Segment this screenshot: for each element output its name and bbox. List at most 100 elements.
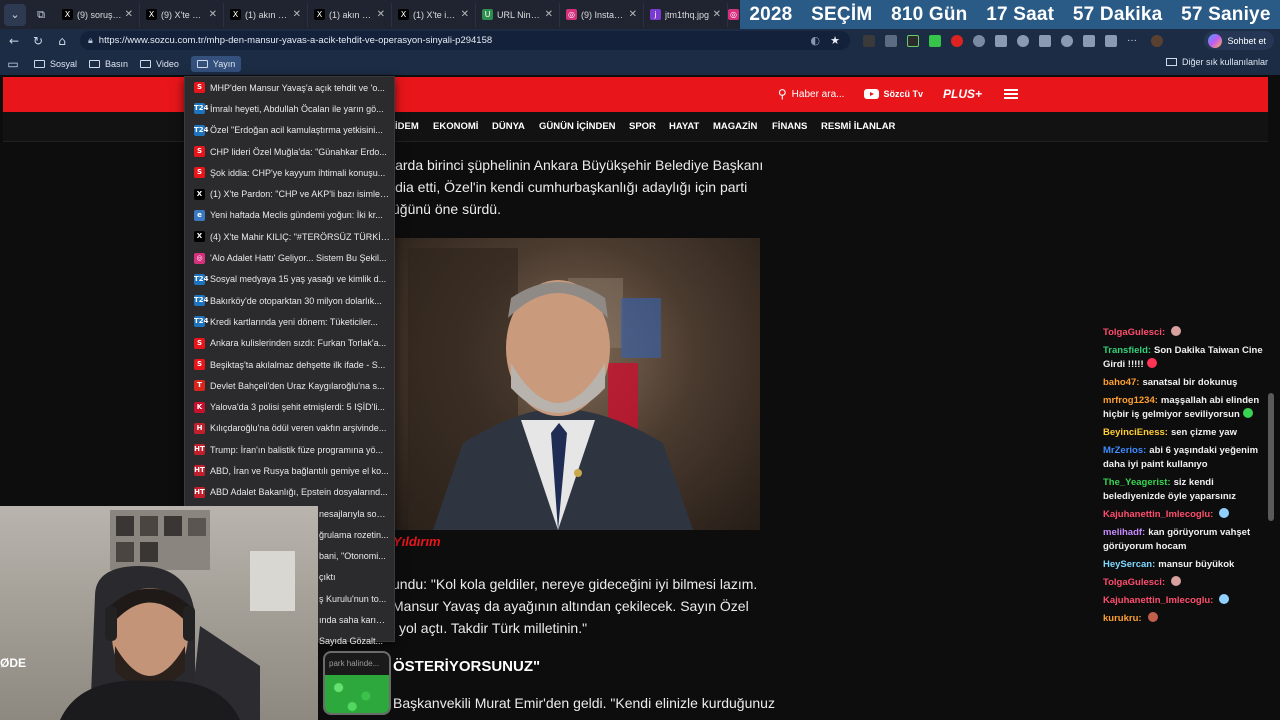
browser-tab[interactable]: ◎ (9) Instagram✕ bbox=[560, 2, 644, 27]
bookmark-menu-item[interactable]: K Yalova'da 3 polisi şehit etmişlerdi: 5 … bbox=[185, 396, 394, 417]
favorites-icon[interactable] bbox=[1039, 34, 1051, 47]
plus-link[interactable]: PLUS+ bbox=[943, 87, 982, 101]
tab-close-icon[interactable]: ✕ bbox=[629, 9, 637, 20]
extensions-puzzle-icon[interactable] bbox=[973, 34, 985, 47]
bookmark-menu-item[interactable]: T24 Sosyal medyaya 15 yaş yasağı ve kimli… bbox=[185, 269, 394, 290]
profile-avatar[interactable] bbox=[1151, 34, 1163, 47]
more-menu-icon[interactable]: ··· bbox=[1127, 35, 1141, 47]
bookmark-menu-item[interactable]: T24 Özel "Erdoğan acil kamulaştırma yetki… bbox=[185, 120, 394, 141]
site-favicon-icon: ◎ bbox=[194, 252, 205, 264]
chat-username[interactable]: melihadf: bbox=[1103, 527, 1145, 538]
chat-username[interactable]: MrZerios: bbox=[1103, 445, 1146, 456]
bookmark-menu-item[interactable]: H Kılıçdaroğlu'na ödül veren vakfın arşiv… bbox=[185, 418, 394, 439]
chat-username[interactable]: mrfrog1234: bbox=[1103, 395, 1158, 406]
browser-tab[interactable]: j jtm1thq.jpg ✕ bbox=[644, 2, 728, 27]
browser-tab[interactable]: X (9) soruşturm✕ bbox=[56, 2, 140, 27]
bookmark-folder-video[interactable]: Video bbox=[140, 59, 179, 69]
nav-item[interactable]: SPOR bbox=[629, 121, 656, 132]
url-field[interactable]: 🔒︎ https://www.sozcu.com.tr/mhp-den-mans… bbox=[80, 31, 850, 50]
sozcu-tv-link[interactable]: Sözcü Tv bbox=[864, 89, 923, 99]
extension-icon[interactable] bbox=[885, 34, 897, 47]
bookmark-menu-item[interactable]: S Beşiktaş'ta akılalmaz dehşette ilk ifad… bbox=[185, 354, 394, 375]
bookmark-menu-item[interactable]: HT Trump: İran'ın balistik füze programın… bbox=[185, 439, 394, 460]
chat-username[interactable]: TolgaGulesci: bbox=[1103, 577, 1165, 588]
nav-item[interactable]: RESMİ İLANLAR bbox=[821, 121, 895, 132]
bookmark-menu-item[interactable]: S Ankara kulislerinden sızdı: Furkan Torl… bbox=[185, 333, 394, 354]
tab-close-icon[interactable]: ✕ bbox=[713, 9, 721, 20]
screenshot-icon[interactable] bbox=[1105, 34, 1117, 47]
bookmark-menu-item[interactable]: S CHP lideri Özel Muğla'da: "Günahkar Erd… bbox=[185, 141, 394, 162]
extension-icon[interactable] bbox=[863, 34, 875, 47]
browser-tab[interactable]: X (1) akın gürle✕ bbox=[224, 2, 308, 27]
hamburger-menu-icon[interactable] bbox=[1004, 89, 1018, 99]
chat-username[interactable]: TolgaGulesci: bbox=[1103, 327, 1165, 338]
bookmark-menu-item[interactable]: X (1) X'te Pardon: "CHP ve AKP'li bazı is… bbox=[185, 183, 394, 204]
bookmark-menu-item[interactable]: T24 Bakırköy'de otoparktan 30 milyon dola… bbox=[185, 290, 394, 311]
bookmark-menu-item[interactable]: S Şok iddia: CHP'ye kayyum ihtimali konuş… bbox=[185, 162, 394, 183]
chat-username[interactable]: Transfield: bbox=[1103, 345, 1151, 356]
tab-instagram-pinned[interactable]: ◎ bbox=[728, 3, 740, 27]
bookmark-folder-label: Sosyal bbox=[50, 58, 78, 69]
chat-username[interactable]: HeySercan: bbox=[1103, 559, 1155, 570]
chat-emote-icon bbox=[1147, 612, 1158, 622]
extension-icon[interactable] bbox=[907, 34, 919, 47]
sidebar-toggle-icon[interactable]: ▭ bbox=[0, 57, 26, 71]
tab-favicon-icon: j bbox=[650, 9, 661, 20]
bookmark-menu-item[interactable]: HT ABD, İran ve Rusya bağlantılı gemiye e… bbox=[185, 460, 394, 481]
bookmark-menu-item[interactable]: X (4) X'te Mahir KILIÇ: "#TERÖRSÜZ TÜRKİY… bbox=[185, 226, 394, 247]
tab-actions-chevron-icon[interactable]: ⌄ bbox=[4, 3, 26, 26]
bookmark-folder-yayin[interactable]: Yayın bbox=[190, 55, 242, 72]
chat-username[interactable]: kurukru: bbox=[1103, 613, 1142, 624]
bookmark-folder-sosyal[interactable]: Sosyal bbox=[34, 59, 77, 69]
tab-close-icon[interactable]: ✕ bbox=[209, 9, 217, 20]
tab-close-icon[interactable]: ✕ bbox=[545, 9, 553, 20]
refresh-icon[interactable]: ↻ bbox=[26, 34, 50, 48]
other-favorites[interactable]: Diğer sık kullanılanlar bbox=[1165, 57, 1268, 67]
nav-item[interactable]: FİNANS bbox=[772, 121, 807, 132]
chat-username[interactable]: Kajuhanettin_Imlecoglu: bbox=[1103, 595, 1213, 606]
election-countdown: 2028 SEÇİM 810 Gün 17 Saat 57 Dakika 57 … bbox=[740, 0, 1280, 29]
bookmark-menu-item[interactable]: e Yeni haftada Meclis gündemi yoğun: İki … bbox=[185, 205, 394, 226]
bookmark-menu-label: ABD Adalet Bakanlığı, Epstein dosyaların… bbox=[210, 487, 388, 498]
collections-icon[interactable] bbox=[1083, 34, 1095, 47]
split-screen-icon[interactable] bbox=[995, 34, 1007, 47]
nav-item[interactable]: DÜNYA bbox=[492, 121, 525, 132]
bookmark-menu-item[interactable]: T24 İmralı heyeti, Abdullah Öcalan ile ya… bbox=[185, 98, 394, 119]
nav-item[interactable]: MAGAZİN bbox=[713, 121, 757, 132]
nav-item[interactable]: EKONOMİ bbox=[433, 121, 478, 132]
tab-close-icon[interactable]: ✕ bbox=[125, 9, 133, 20]
chat-username[interactable]: Kajuhanettin_Imlecoglu: bbox=[1103, 509, 1213, 520]
workspaces-icon[interactable]: ⧉ bbox=[30, 4, 52, 26]
bookmark-menu-item[interactable]: T24 Kredi kartlarında yeni dönem: Tüketic… bbox=[185, 311, 394, 332]
bookmark-menu-item[interactable]: T Devlet Bahçeli'den Uraz Kaygılaroğlu'na… bbox=[185, 375, 394, 396]
chat-username[interactable]: BeyinciEness: bbox=[1103, 427, 1168, 438]
search-label[interactable]: Haber ara... bbox=[792, 89, 845, 100]
nav-item[interactable]: İDEM bbox=[395, 121, 419, 132]
reader-mode-icon[interactable]: ◐ bbox=[811, 34, 821, 47]
browser-tab[interactable]: X (1) akın gürle✕ bbox=[308, 2, 392, 27]
chat-username[interactable]: baho47: bbox=[1103, 377, 1139, 388]
extension-icon[interactable] bbox=[951, 34, 963, 47]
settings-icon[interactable] bbox=[1017, 34, 1029, 47]
browser-tab[interactable]: U URL Ninja (B✕ bbox=[476, 2, 560, 27]
bookmark-menu-item[interactable]: ◎ 'Alo Adalet Hattı' Geliyor... Sistem Bu… bbox=[185, 247, 394, 268]
home-icon[interactable]: ⌂ bbox=[50, 34, 74, 48]
bookmark-menu-item[interactable]: S MHP'den Mansur Yavaş'a açık tehdit ve '… bbox=[185, 77, 394, 98]
chat-username[interactable]: The_Yeagerist: bbox=[1103, 477, 1171, 488]
bookmark-folder-basin[interactable]: Basın bbox=[89, 59, 128, 69]
copilot-button[interactable]: Sohbet et bbox=[1204, 31, 1274, 50]
browser-tab[interactable]: X (1) X'te ibrah✕ bbox=[392, 2, 476, 27]
tab-close-icon[interactable]: ✕ bbox=[293, 9, 301, 20]
tab-close-icon[interactable]: ✕ bbox=[377, 9, 385, 20]
browser-essentials-icon[interactable] bbox=[1061, 34, 1073, 47]
search-icon[interactable]: ⚲ bbox=[778, 87, 787, 101]
extension-icon[interactable] bbox=[929, 34, 941, 47]
tab-close-icon[interactable]: ✕ bbox=[461, 9, 469, 20]
browser-tab[interactable]: X (9) X'te Very ✕ bbox=[140, 2, 224, 27]
bookmark-menu-item[interactable]: HT ABD Adalet Bakanlığı, Epstein dosyalar… bbox=[185, 482, 394, 503]
nav-item[interactable]: HAYAT bbox=[669, 121, 699, 132]
nav-item[interactable]: GÜNÜN İÇİNDEN bbox=[539, 121, 616, 132]
back-icon[interactable]: ← bbox=[2, 34, 26, 48]
chat-message: HeySercan: mansur büyükok bbox=[1103, 558, 1275, 572]
favorite-star-icon[interactable]: ★ bbox=[830, 34, 840, 47]
